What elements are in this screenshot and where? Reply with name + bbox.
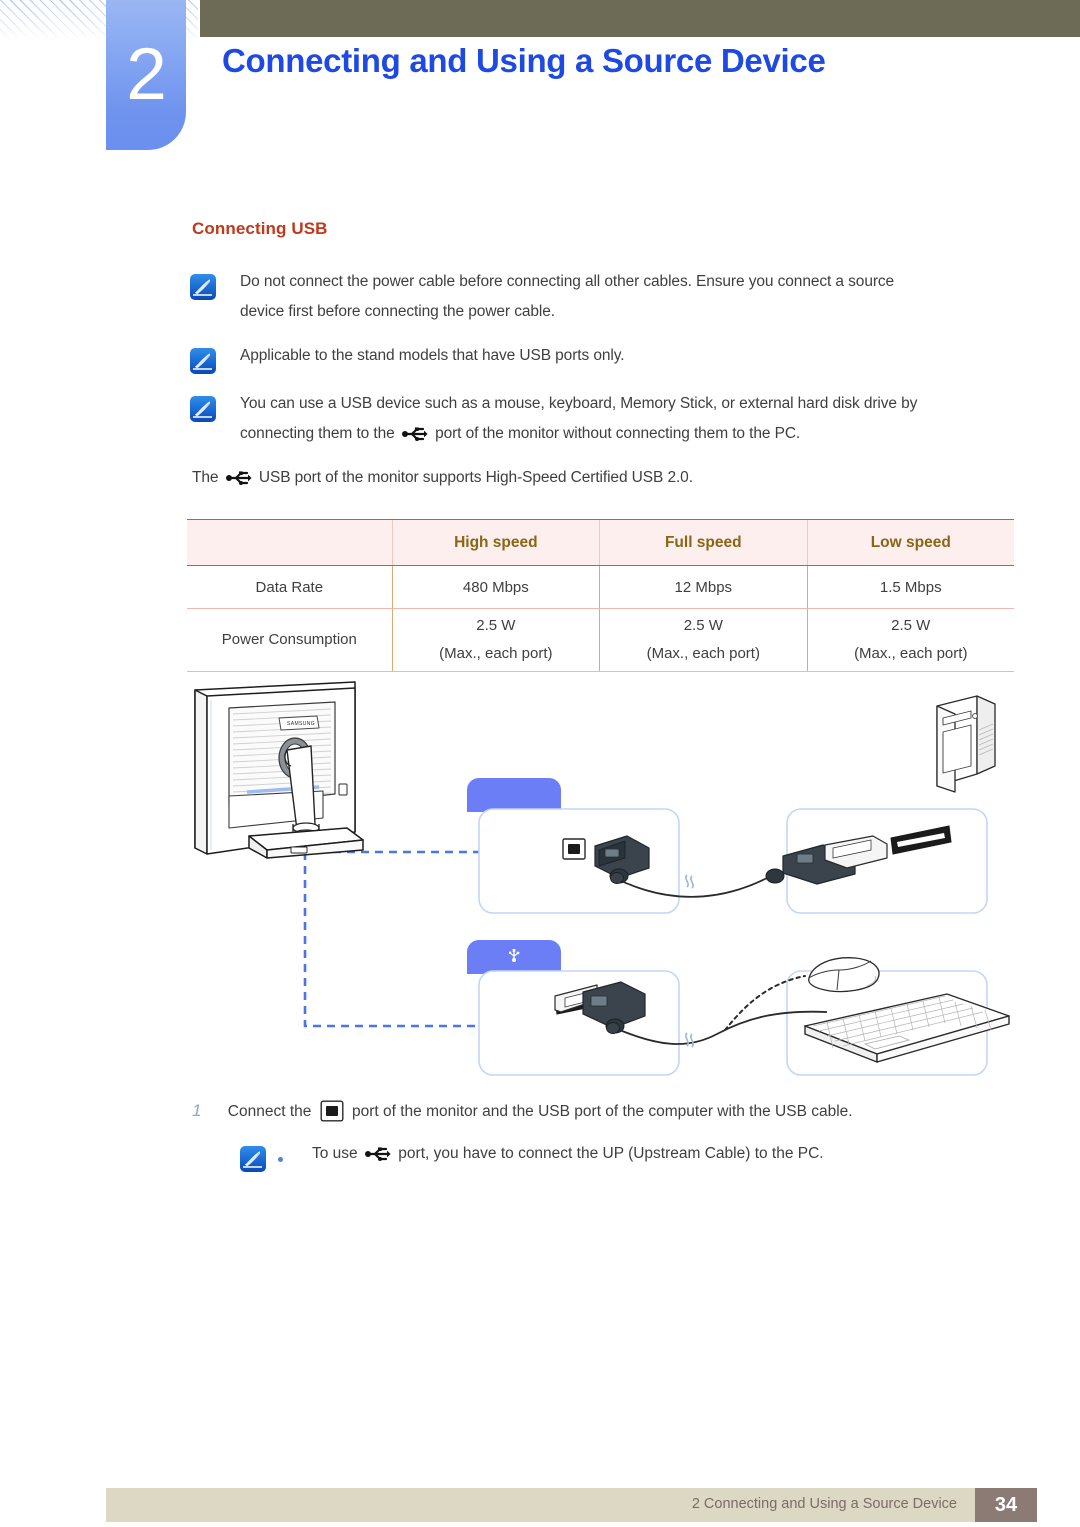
table-row: Data Rate 480 Mbps 12 Mbps 1.5 Mbps [187,565,1014,609]
note-3-line-1: You can use a USB device such as a mouse… [240,395,918,412]
note-pen-icon [240,1146,266,1172]
table-cell-power-low-value: 2.5 W [891,617,931,634]
callout-body [478,970,680,1076]
usb-connection-diagram: SAMSUNG [187,678,1017,1088]
dashed-connector-lines [303,850,479,1028]
table-col-low-speed: Low speed [806,519,1014,566]
table-cell-power-full-value: 2.5 W [683,617,723,634]
usb-type-b-port-icon [320,1100,344,1131]
table-row: Power Consumption 2.5 W (Max., each port… [187,608,1014,672]
table-cell-power-low: 2.5 W (Max., each port) [806,608,1014,672]
note-2-text: Applicable to the stand models that have… [240,341,1020,371]
page-footer: 2 Connecting and Using a Source Device 3… [106,1488,1037,1522]
note-3-line-2-before: connecting them to the [240,425,395,442]
table-cell-power-full-note: (Max., each port) [646,645,760,662]
table-body: Data Rate 480 Mbps 12 Mbps 1.5 Mbps Powe… [187,565,1014,672]
footer-chapter-text: 2 Connecting and Using a Source Device [691,1496,957,1512]
note-pen-glyph [193,279,212,296]
note-pen-icon [190,396,216,422]
note-pen-icon [190,348,216,374]
table-col-high-speed: High speed [391,519,600,566]
table-header-row: High speed Full speed Low speed [187,519,1014,566]
table-cell-data-rate-high: 480 Mbps [391,565,600,609]
step-number: 1 [192,1101,202,1120]
note-3-line-2: connecting them to the port of the monit… [240,419,1020,452]
table-cell-power-high: 2.5 W (Max., each port) [391,608,600,672]
mouse-illustration [808,957,880,993]
note-1-text: Do not connect the power cable before co… [240,267,1020,327]
note-pen-glyph [193,401,212,418]
note-3-text: You can use a USB device such as a mouse… [240,389,1020,452]
table-cell-data-rate-full: 12 Mbps [599,565,808,609]
footer-page-number: 34 [975,1488,1037,1522]
section-heading: Connecting USB [192,219,328,238]
table-col-full-speed: Full speed [599,519,808,566]
step-note-before: To use [312,1145,358,1162]
usb-support-after: USB port of the monitor supports High-Sp… [258,469,693,486]
note-2-line-1: Applicable to the stand models that have… [240,347,625,364]
usb-support-line: The USB port of the monitor supports Hig… [192,463,1022,496]
chapter-number-badge: 2 [106,0,186,150]
usb-speed-spec-table: High speed Full speed Low speed Data Rat… [187,519,1014,672]
pc-tower-illustration [936,695,996,793]
callout-tab [467,778,561,812]
step-note-after: port, you have to connect the UP (Upstre… [398,1145,824,1162]
note-pen-glyph [193,353,212,370]
cable-break-glyph [685,1032,694,1048]
table-row-label-data-rate: Data Rate [187,565,393,609]
monitor-illustration [194,681,364,859]
step-text-after: port of the monitor and the USB port of … [352,1103,853,1120]
step-text-before: Connect the [227,1103,312,1120]
note-pen-icon [190,274,216,300]
table-header: High speed Full speed Low speed [187,519,1014,566]
usb-trident-icon [401,422,428,452]
monitor-brand-label: SAMSUNG [287,721,315,727]
chapter-header: 2 Connecting and Using a Source Device [0,0,1080,150]
usb-trident-icon [225,466,252,496]
note-1-line-2: device first before connecting the power… [240,303,555,320]
olive-header-bar [200,0,1080,37]
usb-type-b-socket-icon [562,838,586,860]
table-row-label-power-consumption: Power Consumption [187,608,393,672]
usb-trident-icon [364,1142,391,1172]
note-1-line-1: Do not connect the power cable before co… [240,273,895,290]
table-cell-power-high-note: (Max., each port) [439,645,553,662]
usb-support-before: The [192,469,219,486]
bullet-point-icon [278,1157,283,1162]
table-cell-power-full: 2.5 W (Max., each port) [599,608,808,672]
table-corner-cell [187,519,393,566]
step-1: 1 Connect the port of the monitor and th… [192,1098,853,1131]
note-pen-glyph [243,1151,262,1168]
table-cell-data-rate-low: 1.5 Mbps [806,565,1014,609]
chapter-title: Connecting and Using a Source Device [222,42,826,79]
cable-break-glyph [685,874,694,889]
step-note-text: To use port, you have to connect the UP … [312,1139,824,1172]
table-cell-power-high-value: 2.5 W [476,617,516,634]
table-cell-power-low-note: (Max., each port) [854,645,968,662]
note-3-line-2-after: port of the monitor without connecting t… [435,425,801,442]
usb-connection-diagram-svg: SAMSUNG [194,681,1010,1076]
